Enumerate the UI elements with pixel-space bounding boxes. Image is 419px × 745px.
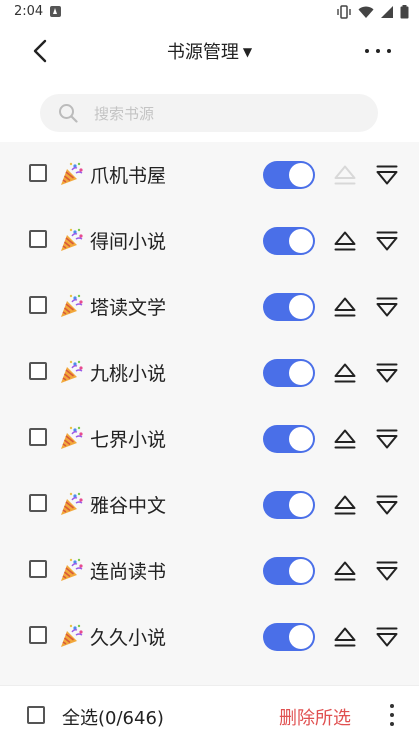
enable-toggle[interactable] — [263, 425, 315, 453]
move-down-icon[interactable] — [375, 559, 399, 583]
source-row[interactable]: 七界小说 — [0, 406, 419, 472]
row-checkbox[interactable] — [29, 362, 47, 380]
battery-icon — [400, 4, 409, 23]
more-dot — [390, 704, 394, 708]
toggle-knob — [289, 493, 313, 517]
status-icons — [336, 4, 409, 23]
source-list: 爪机书屋 得间小说 塔读文学 九桃小说 七界小说 雅谷中文 连尚读书 久久小说 — [0, 142, 419, 685]
more-dot — [387, 49, 391, 53]
page-title: 书源管理 — [166, 42, 239, 63]
move-down-icon[interactable] — [375, 295, 399, 319]
source-name: 得间小说 — [90, 231, 167, 253]
signal-icon — [380, 4, 394, 23]
source-name: 塔读文学 — [90, 297, 167, 319]
app-bar: 书源管理 ▼ — [0, 24, 419, 78]
row-checkbox[interactable] — [29, 494, 47, 512]
enable-toggle[interactable] — [263, 227, 315, 255]
toggle-knob — [289, 295, 313, 319]
source-row[interactable]: 九桃小说 — [0, 340, 419, 406]
source-row[interactable]: 连尚读书 — [0, 538, 419, 604]
party-popper-icon — [61, 162, 83, 185]
party-popper-icon — [61, 228, 83, 251]
page-title-group[interactable]: 书源管理 ▼ — [0, 38, 419, 64]
move-up-icon[interactable] — [333, 295, 357, 319]
more-dot — [376, 49, 380, 53]
more-dot — [365, 49, 369, 53]
source-row[interactable]: 塔读文学 — [0, 274, 419, 340]
enable-toggle[interactable] — [263, 293, 315, 321]
enable-toggle[interactable] — [263, 491, 315, 519]
notification-icon — [50, 6, 61, 17]
toggle-knob — [289, 427, 313, 451]
search-box[interactable] — [40, 94, 378, 134]
wifi-icon — [358, 4, 374, 23]
toggle-knob — [289, 625, 313, 649]
select-all-checkbox[interactable] — [27, 706, 45, 724]
move-down-icon[interactable] — [375, 427, 399, 451]
move-up-icon[interactable] — [333, 229, 357, 253]
source-name: 九桃小说 — [90, 363, 167, 385]
source-row[interactable]: 久久小说 — [0, 604, 419, 670]
source-row[interactable]: 爪机书屋 — [0, 142, 419, 208]
source-name: 雅谷中文 — [90, 495, 167, 517]
more-vertical-icon[interactable] — [389, 704, 395, 726]
enable-toggle[interactable] — [263, 623, 315, 651]
select-all-label[interactable]: 全选(0/646) — [62, 704, 164, 730]
row-checkbox[interactable] — [29, 626, 47, 644]
source-name: 爪机书屋 — [90, 165, 167, 187]
toggle-knob — [289, 559, 313, 583]
row-checkbox[interactable] — [29, 560, 47, 578]
move-down-icon[interactable] — [375, 493, 399, 517]
party-popper-icon — [61, 294, 83, 317]
source-row[interactable]: 雅谷中文 — [0, 472, 419, 538]
row-checkbox[interactable] — [29, 164, 47, 182]
party-popper-icon — [61, 426, 83, 449]
toggle-knob — [289, 361, 313, 385]
bottom-action-bar: 全选(0/646) 删除所选 — [0, 685, 419, 745]
more-menu-button[interactable] — [365, 44, 391, 58]
party-popper-icon — [61, 624, 83, 647]
move-up-icon[interactable] — [333, 427, 357, 451]
more-dot — [390, 713, 394, 717]
search-input[interactable] — [92, 94, 366, 134]
more-dot — [390, 722, 394, 726]
toggle-knob — [289, 163, 313, 187]
party-popper-icon — [61, 492, 83, 515]
delete-selected-button[interactable]: 删除所选 — [279, 704, 351, 730]
chevron-down-icon: ▼ — [242, 45, 253, 59]
enable-toggle[interactable] — [263, 161, 315, 189]
move-up-icon[interactable] — [333, 559, 357, 583]
row-checkbox[interactable] — [29, 230, 47, 248]
move-down-icon[interactable] — [375, 625, 399, 649]
move-down-icon[interactable] — [375, 229, 399, 253]
toggle-knob — [289, 229, 313, 253]
source-name: 久久小说 — [90, 627, 167, 649]
move-down-icon[interactable] — [375, 163, 399, 187]
enable-toggle[interactable] — [263, 359, 315, 387]
move-up-icon — [334, 165, 356, 185]
source-name: 连尚读书 — [90, 561, 167, 583]
move-up-icon[interactable] — [333, 625, 357, 649]
enable-toggle[interactable] — [263, 557, 315, 585]
move-up-icon[interactable] — [333, 493, 357, 517]
row-checkbox[interactable] — [29, 428, 47, 446]
party-popper-icon — [61, 558, 83, 581]
move-up-icon[interactable] — [333, 361, 357, 385]
source-name: 七界小说 — [90, 429, 167, 451]
status-time: 2:04 — [14, 4, 44, 19]
search-area — [0, 78, 419, 142]
party-popper-icon — [61, 360, 83, 383]
move-down-icon[interactable] — [375, 361, 399, 385]
source-row[interactable]: 得间小说 — [0, 208, 419, 274]
search-icon — [59, 104, 78, 123]
vibrate-icon — [336, 4, 352, 23]
row-checkbox[interactable] — [29, 296, 47, 314]
status-bar: 2:04 — [0, 0, 419, 24]
